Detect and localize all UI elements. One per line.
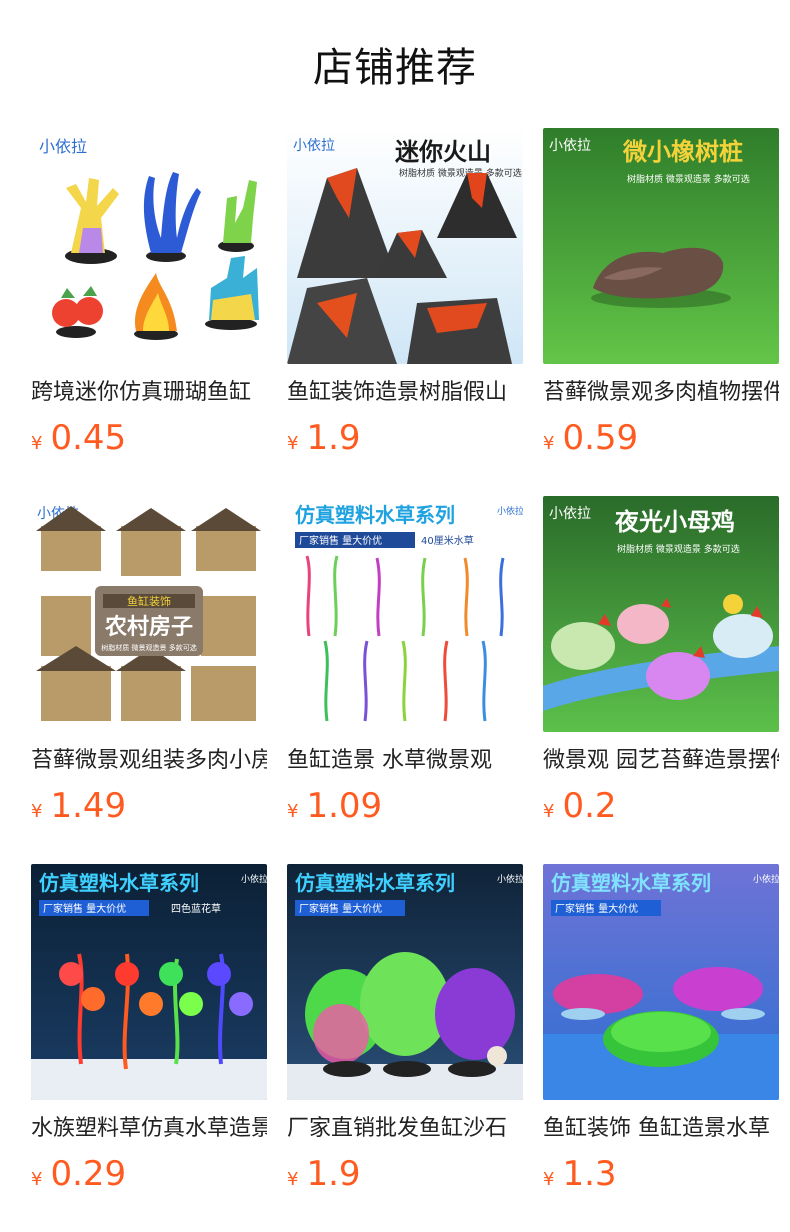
price-value: 1.9 [306, 418, 361, 458]
image-headline: 仿真塑料水草系列 [295, 503, 455, 527]
image-subline: 厂家销售 量大价优 [555, 902, 638, 915]
image-headline2: 农村房子 [104, 614, 193, 640]
brand-logo-text: 小依拉 [549, 506, 591, 522]
image-subline: 厂家销售 量大价优 [43, 902, 126, 915]
currency-symbol: ¥ [287, 1169, 299, 1190]
image-subline: 树脂材质 微景观造景 多款可选 [101, 643, 196, 652]
product-image[interactable]: 小依拉 迷你火山 树脂材质 微景观造景 多款可选 [287, 128, 523, 364]
price-value: 1.3 [562, 1154, 617, 1194]
image-subline: 树脂材质 微景观造景 多款可选 [399, 167, 522, 179]
product-title[interactable]: 跨境迷你仿真珊瑚鱼缸 [31, 378, 267, 408]
product-title[interactable]: 鱼缸装饰 鱼缸造景水草 [543, 1114, 779, 1144]
product-card[interactable]: 小依拉 迷你火山 树脂材质 微景观造景 多款可选 鱼缸装饰造景树脂假山 ¥ 1.… [287, 128, 523, 458]
product-card[interactable]: 小依拉 微小橡树桩 树脂材质 微景观造景 多款可选 苔藓微景观多肉植物摆件 ¥ … [543, 128, 779, 458]
product-title[interactable]: 厂家直销批发鱼缸沙石 [287, 1114, 523, 1144]
brand-logo-text: 小依拉 [497, 505, 523, 517]
image-headline: 仿真塑料水草系列 [39, 871, 199, 895]
product-price: ¥ 1.3 [543, 1154, 779, 1194]
image-subline: 厂家销售 量大价优 [299, 534, 382, 547]
product-image[interactable]: 仿真塑料水草系列 小依拉 厂家销售 量大价优 [287, 864, 523, 1100]
brand-logo-text: 小依拉 [549, 138, 591, 154]
image-subline2: 40厘米水草 [421, 534, 474, 547]
product-card[interactable]: 仿真塑料水草系列 小依拉 厂家销售 量大价优 鱼缸装饰 鱼缸造景水草 ¥ 1.3 [543, 864, 779, 1194]
image-headline: 夜光小母鸡 [614, 508, 735, 536]
product-price: ¥ 0.29 [31, 1154, 267, 1194]
product-card[interactable]: 小依拉 夜光小母鸡 树脂材质 微景观造景 多款可选 微景观 园艺苔藓造景摆件 ¥… [543, 496, 779, 826]
product-card[interactable]: 仿真塑料水草系列 小依拉 厂家销售 量大价优 厂家直销批发鱼缸沙石 ¥ 1.9 [287, 864, 523, 1194]
product-image[interactable]: 小依拉 [31, 128, 267, 364]
product-title[interactable]: 鱼缸造景 水草微景观 [287, 746, 523, 776]
image-headline: 仿真塑料水草系列 [551, 871, 711, 895]
product-title[interactable]: 苔藓微景观组装多肉小房子 [31, 746, 267, 776]
currency-symbol: ¥ [31, 433, 43, 454]
image-headline: 微小橡树桩 [622, 138, 743, 166]
image-headline: 仿真塑料水草系列 [295, 871, 455, 895]
currency-symbol: ¥ [31, 1169, 43, 1190]
product-title[interactable]: 苔藓微景观多肉植物摆件 [543, 378, 779, 408]
product-card[interactable]: 小依拉 跨境迷你仿真珊瑚鱼缸 ¥ 0.45 [31, 128, 267, 458]
product-image[interactable]: 小依拉 [31, 496, 267, 732]
price-value: 1.9 [306, 1154, 361, 1194]
price-value: 1.09 [306, 786, 383, 826]
product-image[interactable]: 仿真塑料水草系列 小依拉 厂家销售 量大价优 四色蓝花草 [31, 864, 267, 1100]
image-subline: 树脂材质 微景观造景 多款可选 [627, 173, 750, 185]
product-price: ¥ 1.09 [287, 786, 523, 826]
image-headline: 鱼缸装饰 [127, 594, 171, 608]
product-image[interactable]: 仿真塑料水草系列 小依拉 厂家销售 量大价优 40厘米水草 [287, 496, 523, 732]
currency-symbol: ¥ [543, 433, 555, 454]
brand-logo-text: 小依拉 [293, 138, 335, 154]
brand-logo-text: 小依拉 [753, 873, 779, 885]
currency-symbol: ¥ [287, 433, 299, 454]
product-card[interactable]: 仿真塑料水草系列 小依拉 厂家销售 量大价优 40厘米水草 鱼缸造景 水草微景观… [287, 496, 523, 826]
product-price: ¥ 1.9 [287, 1154, 523, 1194]
product-title[interactable]: 鱼缸装饰造景树脂假山 [287, 378, 523, 408]
product-price: ¥ 0.59 [543, 418, 779, 458]
section-title-text: 店铺推荐 [313, 45, 477, 91]
product-price: ¥ 1.49 [31, 786, 267, 826]
currency-symbol: ¥ [543, 1169, 555, 1190]
brand-logo-text: 小依拉 [241, 873, 267, 885]
currency-symbol: ¥ [31, 801, 43, 822]
product-price: ¥ 1.9 [287, 418, 523, 458]
price-value: 0.45 [50, 418, 127, 458]
product-image[interactable]: 小依拉 夜光小母鸡 树脂材质 微景观造景 多款可选 [543, 496, 779, 732]
brand-logo-text: 小依拉 [497, 873, 523, 885]
product-price: ¥ 0.45 [31, 418, 267, 458]
product-title[interactable]: 水族塑料草仿真水草造景 [31, 1114, 267, 1144]
price-value: 0.59 [562, 418, 639, 458]
section-title: 店铺推荐 [0, 0, 790, 128]
image-subline: 树脂材质 微景观造景 多款可选 [617, 543, 740, 555]
product-card[interactable]: 小依拉 鱼缸装饰 农村房子 树脂材质 微景观造景 多款可选 苔藓微景观组装多肉小… [31, 496, 267, 826]
currency-symbol: ¥ [287, 801, 299, 822]
image-subline2: 四色蓝花草 [171, 902, 221, 915]
price-value: 1.49 [50, 786, 127, 826]
price-value: 0.2 [562, 786, 617, 826]
product-card[interactable]: 仿真塑料水草系列 小依拉 厂家销售 量大价优 四色蓝花草 水族塑料草仿真水草造景… [31, 864, 267, 1194]
brand-logo-text: 小依拉 [39, 137, 87, 156]
currency-symbol: ¥ [543, 801, 555, 822]
product-image[interactable]: 小依拉 微小橡树桩 树脂材质 微景观造景 多款可选 [543, 128, 779, 364]
price-value: 0.29 [50, 1154, 127, 1194]
product-price: ¥ 0.2 [543, 786, 779, 826]
image-subline: 厂家销售 量大价优 [299, 902, 382, 915]
product-title[interactable]: 微景观 园艺苔藓造景摆件 [543, 746, 779, 776]
image-headline: 迷你火山 [395, 138, 491, 166]
product-image[interactable]: 仿真塑料水草系列 小依拉 厂家销售 量大价优 [543, 864, 779, 1100]
